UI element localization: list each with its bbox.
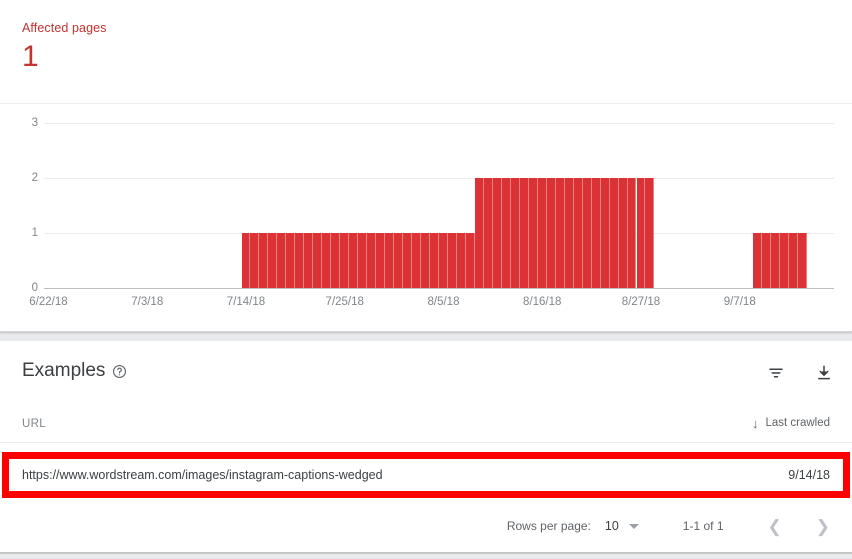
chart-x-tick-label: 6/22/18 bbox=[29, 296, 68, 308]
examples-table-header: URL ↓ Last crawled bbox=[0, 413, 852, 443]
affected-pages-count: 1 bbox=[22, 40, 39, 73]
pagination-controls: ❮ ❯ bbox=[768, 518, 831, 535]
chart-bar[interactable] bbox=[358, 233, 368, 288]
chart-bar[interactable] bbox=[780, 233, 790, 288]
examples-card: Examples URL ↓ Last crawled https://www.… bbox=[0, 340, 852, 553]
chart-bar[interactable] bbox=[528, 178, 538, 288]
chart-bar[interactable] bbox=[349, 233, 359, 288]
column-header-last-crawled-label: Last crawled bbox=[765, 417, 830, 429]
chevron-left-icon[interactable]: ❮ bbox=[768, 518, 782, 535]
chart-bar[interactable] bbox=[789, 233, 799, 288]
chart-bar[interactable] bbox=[286, 233, 296, 288]
filter-icon[interactable] bbox=[766, 363, 786, 383]
chart-bar[interactable] bbox=[492, 178, 502, 288]
pagination-range: 1-1 of 1 bbox=[682, 519, 724, 533]
rows-per-page-label: Rows per page: bbox=[506, 519, 591, 533]
search-console-issue-detail-page: Affected pages 1 0 1 2 3 6/22/18 7/3/18 7/14/… bbox=[0, 0, 852, 559]
chart-x-tick-label: 7/25/18 bbox=[325, 296, 364, 308]
chart-bar[interactable] bbox=[331, 233, 341, 288]
chart-bar[interactable] bbox=[241, 233, 251, 288]
chart-bar[interactable] bbox=[546, 178, 556, 288]
chart-bar[interactable] bbox=[555, 178, 565, 288]
chart-x-tick-label: 7/3/18 bbox=[131, 296, 164, 308]
sort-descending-icon: ↓ bbox=[751, 415, 759, 431]
affected-pages-summary: Affected pages 1 bbox=[22, 20, 107, 76]
download-icon[interactable] bbox=[814, 363, 834, 383]
chart-bar[interactable] bbox=[600, 178, 610, 288]
help-circle-icon[interactable] bbox=[112, 364, 127, 379]
chart-bar[interactable] bbox=[403, 233, 413, 288]
chart-bar[interactable] bbox=[295, 233, 305, 288]
examples-header: Examples bbox=[0, 341, 852, 401]
chart-bar[interactable] bbox=[483, 178, 493, 288]
chart-bar[interactable] bbox=[250, 233, 260, 288]
chart-bar[interactable] bbox=[456, 233, 466, 288]
chart-gridline bbox=[44, 178, 834, 179]
chart-gridline bbox=[44, 123, 834, 124]
chart-y-tick-label: 3 bbox=[31, 117, 38, 129]
chart-x-tick-label: 8/27/18 bbox=[621, 296, 661, 308]
chart-bar[interactable] bbox=[421, 233, 430, 288]
chart-x-tick-label: 7/14/18 bbox=[226, 296, 266, 308]
chart-bar[interactable] bbox=[268, 233, 278, 288]
chart-bar[interactable] bbox=[753, 233, 763, 288]
chart-bar[interactable] bbox=[762, 233, 772, 288]
chart-bar[interactable] bbox=[798, 233, 808, 288]
chart-bar[interactable] bbox=[430, 233, 439, 288]
chart-bar[interactable] bbox=[501, 178, 511, 288]
chevron-right-icon[interactable]: ❯ bbox=[816, 518, 830, 535]
chart-bar[interactable] bbox=[277, 233, 287, 288]
chart-bar[interactable] bbox=[537, 178, 547, 288]
chart-bar[interactable] bbox=[322, 233, 332, 288]
chart-bar[interactable] bbox=[591, 178, 601, 288]
chart-bar[interactable] bbox=[609, 178, 619, 288]
chart-plot-area bbox=[44, 123, 834, 289]
rows-per-page-value[interactable]: 10 bbox=[605, 519, 619, 533]
table-row[interactable]: https://www.wordstream.com/images/instag… bbox=[0, 454, 852, 496]
page-bottom-edge bbox=[0, 553, 852, 559]
chart-y-tick-label: 2 bbox=[31, 172, 38, 184]
chart-bar[interactable] bbox=[367, 233, 377, 288]
chart-bar[interactable] bbox=[304, 233, 314, 288]
chart-x-tick-label: 8/5/18 bbox=[427, 296, 460, 308]
table-row-last-crawled: 9/14/18 bbox=[788, 468, 830, 482]
chart-y-tick-label: 1 bbox=[31, 227, 38, 239]
table-row-url[interactable]: https://www.wordstream.com/images/instag… bbox=[22, 467, 383, 483]
affected-pages-chart-card: Affected pages 1 0 1 2 3 6/22/18 7/3/18 7/14/… bbox=[0, 0, 852, 332]
chart-bar[interactable] bbox=[564, 178, 574, 288]
column-header-url: URL bbox=[22, 418, 46, 430]
chart-bar[interactable] bbox=[313, 233, 323, 288]
chart-bar[interactable] bbox=[465, 233, 475, 288]
chart-bar[interactable] bbox=[439, 233, 448, 288]
chart-bar[interactable] bbox=[385, 233, 395, 288]
chart-bar[interactable] bbox=[259, 233, 269, 288]
chart-x-tick-label: 8/16/18 bbox=[523, 296, 562, 308]
column-header-last-crawled[interactable]: ↓ Last crawled bbox=[752, 416, 830, 430]
chevron-down-icon[interactable] bbox=[628, 523, 639, 529]
chart-bar[interactable] bbox=[636, 178, 646, 288]
chart-bar[interactable] bbox=[771, 233, 781, 288]
chart-bar[interactable] bbox=[582, 178, 592, 288]
chart-bar[interactable] bbox=[447, 233, 457, 288]
chart-bar[interactable] bbox=[510, 178, 520, 288]
chart-bar[interactable] bbox=[376, 233, 386, 288]
affected-pages-bar-chart: 0 1 2 3 6/22/18 7/3/18 7/14/18 7/25/18 8/5/18 8/… bbox=[0, 103, 852, 332]
chart-bar[interactable] bbox=[573, 178, 583, 288]
chart-bar[interactable] bbox=[645, 178, 655, 288]
chart-bar[interactable] bbox=[394, 233, 404, 288]
chart-x-tick-label: 9/7/18 bbox=[723, 296, 756, 308]
pagination-footer: Rows per page: 10 1-1 of 1 ❮ ❯ bbox=[0, 500, 852, 552]
chart-gridline bbox=[44, 288, 834, 289]
chart-bar[interactable] bbox=[627, 178, 637, 288]
chart-bar[interactable] bbox=[340, 233, 350, 288]
examples-title: Examples bbox=[22, 360, 106, 381]
chart-y-tick-label: 0 bbox=[31, 282, 38, 294]
chart-bar[interactable] bbox=[519, 178, 529, 288]
chart-bar[interactable] bbox=[618, 178, 628, 288]
examples-toolbar bbox=[766, 363, 834, 383]
chart-bar[interactable] bbox=[412, 233, 422, 288]
chart-bar[interactable] bbox=[474, 178, 484, 288]
affected-pages-label: Affected pages bbox=[22, 21, 107, 35]
